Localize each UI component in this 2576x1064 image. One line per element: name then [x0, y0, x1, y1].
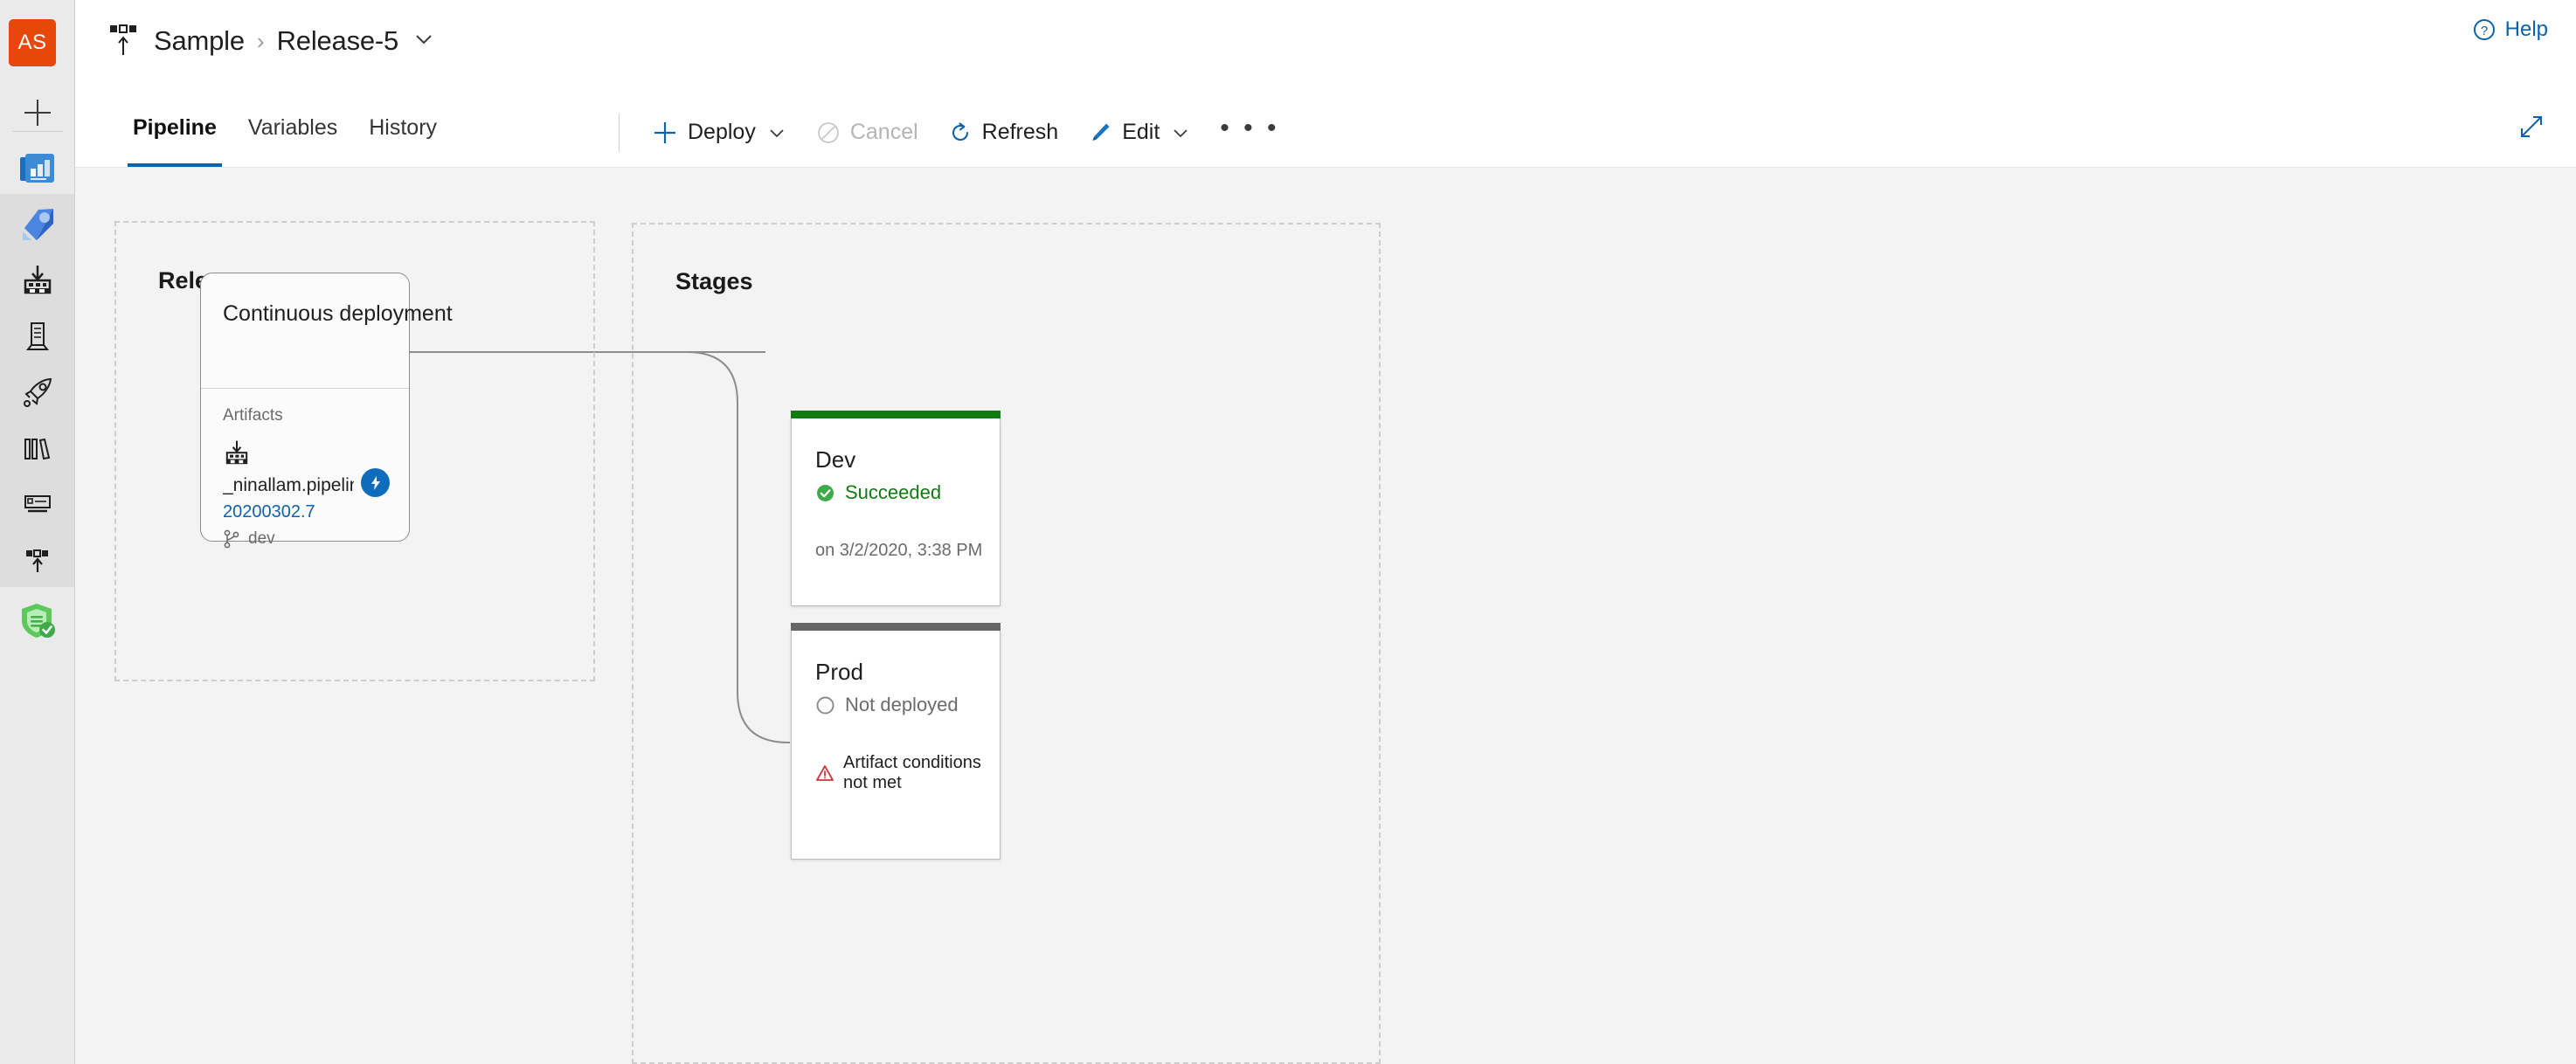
- server-icon: [25, 322, 49, 350]
- stage-status-label: Succeeded: [845, 481, 942, 503]
- stage-status-label: Not deployed: [845, 694, 959, 715]
- sidebar-item-security[interactable]: [0, 594, 74, 648]
- deploy-button[interactable]: Deploy: [652, 120, 786, 146]
- block-icon: [816, 121, 841, 145]
- sidebar-item-library[interactable]: [0, 421, 74, 475]
- release-card-title: Continuous deployment: [223, 301, 453, 326]
- org-avatar[interactable]: AS: [9, 19, 56, 66]
- release-artifact-card[interactable]: Continuous deployment Artifacts _ninalla…: [200, 273, 453, 549]
- pencil-icon: [1088, 121, 1112, 145]
- chevron-down-icon[interactable]: [1171, 123, 1190, 142]
- tab-pipeline[interactable]: Pipeline: [117, 98, 232, 167]
- help-button[interactable]: ? Help: [2472, 17, 2548, 42]
- expand-view-button[interactable]: [2517, 112, 2546, 142]
- stage-status: Not deployed: [815, 694, 959, 716]
- sidebar-item-task-groups[interactable]: [0, 477, 74, 531]
- plus-icon: [24, 100, 51, 126]
- pipeline-toolbar: Pipeline Variables History Deploy Cancel…: [75, 98, 2576, 168]
- breadcrumb-separator: ›: [256, 27, 265, 54]
- library-books-icon: [24, 438, 50, 460]
- pipeline-canvas: Release Continuous deployment Artifacts: [75, 168, 2576, 1064]
- sidebar-item-pipelines[interactable]: [0, 197, 74, 252]
- branch-name: dev: [248, 529, 275, 548]
- sidebar-item-overview[interactable]: [0, 142, 74, 196]
- artifact-version-link[interactable]: 20200302.7: [223, 502, 315, 522]
- toolbar-actions: Deploy Cancel Refresh Edit • • •: [652, 98, 1279, 167]
- sidebar-item-deployment-groups[interactable]: [0, 533, 74, 587]
- breadcrumb-release[interactable]: Release-5: [277, 25, 399, 57]
- sidebar-item-releases[interactable]: [0, 365, 74, 419]
- refresh-label: Refresh: [981, 120, 1059, 144]
- cancel-button: Cancel: [816, 120, 918, 145]
- build-artifact-icon: [223, 439, 251, 472]
- artifact-branch: dev: [223, 529, 275, 549]
- release-pipeline-icon: [110, 24, 140, 59]
- breadcrumb: Sample › Release-5: [110, 19, 435, 63]
- release-card-divider: [201, 388, 409, 389]
- stage-warning-label: Artifact conditions not met: [843, 753, 981, 792]
- stage-name: Dev: [815, 446, 856, 473]
- edit-label: Edit: [1122, 120, 1160, 144]
- release-panel: Release Continuous deployment Artifacts: [114, 221, 595, 681]
- stage-card-dev[interactable]: Dev Succeeded on 3/2/2020, 3:38 PM: [791, 411, 1001, 606]
- stage-card-prod[interactable]: Prod Not deployed Artifact conditions no…: [791, 623, 1001, 860]
- stage-status-bar: [791, 623, 1001, 631]
- cancel-label: Cancel: [849, 120, 918, 144]
- build-download-icon: [24, 266, 51, 294]
- dashboard-icon: [19, 154, 54, 183]
- continuous-deployment-trigger-badge[interactable]: [361, 468, 390, 497]
- help-label: Help: [2504, 17, 2548, 41]
- left-navigation-rail: AS: [0, 0, 75, 1064]
- stages-panel: Stages: [632, 223, 1381, 1064]
- refresh-button[interactable]: Refresh: [948, 120, 1059, 145]
- stage-status: Succeeded: [815, 481, 941, 504]
- chevron-down-icon[interactable]: [767, 123, 786, 142]
- lightning-bolt-icon: [370, 475, 380, 490]
- page-header: Sample › Release-5 ? Help: [75, 0, 2576, 101]
- sidebar-item-environments[interactable]: [0, 309, 74, 363]
- tab-variables[interactable]: Variables: [232, 98, 353, 149]
- refresh-icon: [948, 121, 973, 145]
- artifact-name[interactable]: _ninallam.pipeline...: [223, 475, 354, 496]
- green-shield-check-icon: [21, 604, 55, 638]
- chevron-down-icon[interactable]: [412, 28, 435, 55]
- artifacts-label: Artifacts: [223, 406, 283, 425]
- expand-diagonal-icon: [2521, 116, 2542, 137]
- tab-bar: Pipeline Variables History: [117, 98, 453, 167]
- check-circle-icon: [815, 483, 835, 503]
- deploy-label: Deploy: [688, 120, 756, 144]
- more-actions-button[interactable]: • • •: [1220, 114, 1279, 152]
- rail-divider: [12, 131, 63, 132]
- stages-panel-title: Stages: [675, 268, 753, 294]
- svg-text:?: ?: [2480, 24, 2487, 38]
- breadcrumb-project[interactable]: Sample: [154, 25, 245, 57]
- empty-circle-icon: [815, 695, 835, 715]
- release-upload-icon: [25, 549, 48, 572]
- stage-warning: Artifact conditions not met: [815, 753, 1000, 793]
- warning-triangle-icon: [815, 763, 834, 783]
- sidebar-item-builds[interactable]: [0, 253, 74, 307]
- stage-status-bar: [791, 411, 1001, 418]
- rocket-outline-icon: [23, 377, 52, 407]
- stage-timestamp: on 3/2/2020, 3:38 PM: [815, 541, 983, 560]
- azure-pipelines-rocket-icon: [22, 209, 53, 240]
- stage-name: Prod: [815, 659, 863, 685]
- toolbar-divider: [619, 114, 620, 152]
- rail-bottom-section: [0, 587, 74, 1064]
- branch-icon: [223, 529, 240, 549]
- tab-history[interactable]: History: [353, 98, 453, 149]
- task-group-icon: [24, 495, 51, 513]
- question-circle-icon: ?: [2472, 17, 2496, 42]
- plus-icon: [652, 120, 678, 146]
- edit-button[interactable]: Edit: [1088, 120, 1190, 145]
